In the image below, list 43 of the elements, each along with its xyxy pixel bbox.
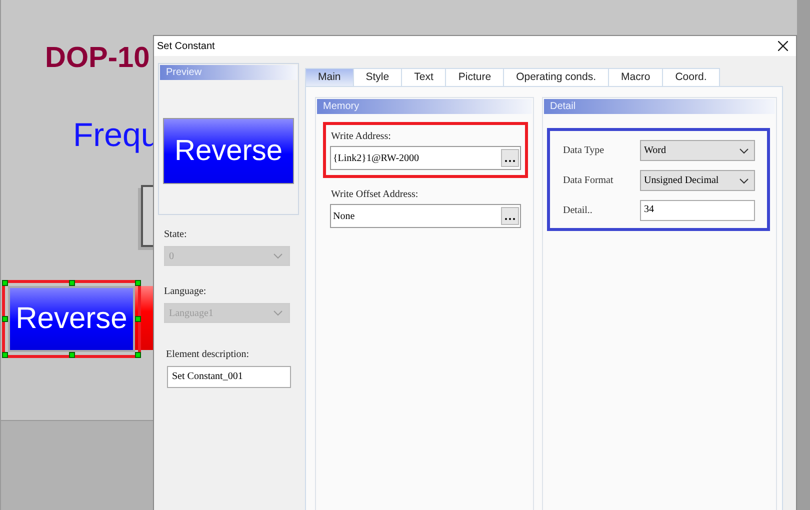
selection-frame[interactable]: Reverse: [2, 280, 141, 358]
tab[interactable]: Macro: [608, 68, 664, 86]
tab[interactable]: Main: [305, 68, 354, 86]
tab[interactable]: Operating conds.: [503, 68, 610, 86]
address-field[interactable]: None: [330, 204, 521, 228]
resize-handle[interactable]: [68, 280, 74, 286]
address-field[interactable]: {Link2}1@RW-2000: [330, 146, 521, 170]
resize-handle[interactable]: [2, 280, 8, 286]
tab[interactable]: Coord.: [662, 68, 720, 86]
resize-handle[interactable]: [135, 352, 141, 358]
field-label: Data Type: [563, 145, 606, 156]
group-header: Memory: [317, 99, 532, 114]
field-label: Element description:: [166, 349, 250, 360]
field-label: Write Address:: [331, 131, 392, 142]
group-header: Detail: [544, 99, 775, 114]
resize-handle[interactable]: [135, 280, 141, 286]
chevron-down-icon: [739, 178, 749, 184]
tab[interactable]: Style: [352, 68, 402, 86]
reverse-button[interactable]: Reverse: [8, 286, 135, 352]
description-field[interactable]: Set Constant_001: [167, 366, 291, 388]
chevron-down-icon: [739, 148, 749, 154]
tab[interactable]: Text: [401, 68, 446, 86]
field-label: Language:: [164, 286, 208, 297]
resize-handle[interactable]: [2, 352, 8, 358]
dropdown[interactable]: Word: [640, 140, 755, 161]
browse-icon[interactable]: [501, 207, 519, 225]
resize-handle[interactable]: [2, 316, 8, 322]
field-label: Detail..: [563, 205, 594, 216]
window-title: Set Constant: [157, 40, 215, 52]
field-label: Data Format: [563, 175, 614, 186]
group-header: Preview: [160, 65, 297, 80]
screen-title: DOP-10: [45, 42, 150, 75]
detail-field[interactable]: 34: [640, 200, 755, 221]
tab[interactable]: Picture: [445, 68, 504, 86]
browse-icon[interactable]: [501, 149, 519, 167]
resize-handle[interactable]: [135, 316, 141, 322]
field-label: Write Offset Address:: [331, 189, 420, 200]
field-label: State:: [164, 229, 188, 240]
dropdown[interactable]: Unsigned Decimal: [640, 170, 755, 191]
chevron-down-icon: [273, 310, 283, 316]
chevron-down-icon: [273, 253, 283, 259]
resize-handle[interactable]: [68, 352, 74, 358]
close-icon[interactable]: [778, 41, 788, 51]
